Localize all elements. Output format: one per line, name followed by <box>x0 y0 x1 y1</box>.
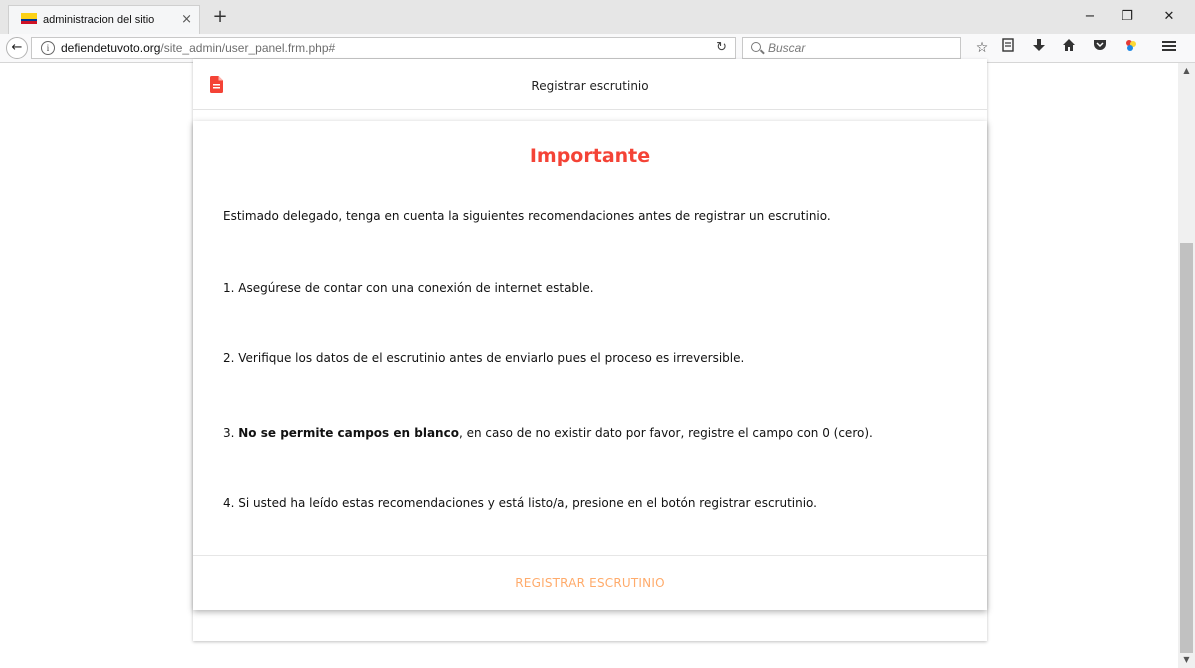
bookmark-star-icon[interactable]: ☆ <box>971 37 993 59</box>
browser-tab[interactable]: administracion del sitio × <box>8 5 200 34</box>
restore-button[interactable]: ❐ <box>1110 0 1144 34</box>
search-icon <box>751 42 761 52</box>
extension-icon[interactable] <box>1120 37 1142 59</box>
url-path: /site_admin/user_panel.frm.php# <box>160 41 336 55</box>
scroll-up-arrow-icon[interactable]: ▲ <box>1178 63 1195 79</box>
close-window-button[interactable]: ✕ <box>1152 0 1186 34</box>
menu-icon[interactable] <box>1158 37 1180 59</box>
back-button[interactable]: ← <box>6 37 28 59</box>
tab-title: administracion del sitio <box>43 14 155 26</box>
intro-text: Estimado delegado, tenga en cuenta la si… <box>223 209 831 223</box>
recommendation-4: 4. Si usted ha leído estas recomendacion… <box>223 496 817 510</box>
vertical-scrollbar[interactable]: ▲ ▼ <box>1178 63 1195 668</box>
panel-header: Registrar escrutinio <box>193 63 987 110</box>
dialog-title: Importante <box>529 145 651 167</box>
tab-close-icon[interactable]: × <box>181 6 192 34</box>
scrollbar-thumb[interactable] <box>1180 243 1193 653</box>
page-viewport: Registrar escrutinio Importante Estimado… <box>0 59 1195 668</box>
url-text: defiendetuvoto.org/site_admin/user_panel… <box>61 38 335 58</box>
scroll-down-arrow-icon[interactable]: ▼ <box>1178 652 1195 668</box>
downloads-icon[interactable] <box>1028 37 1050 59</box>
recommendation-3-bold: No se permite campos en blanco <box>238 426 459 440</box>
favicon-colombia-flag-icon <box>21 13 37 24</box>
recommendation-1: 1. Asegúrese de contar con una conexión … <box>223 281 594 295</box>
minimize-button[interactable]: − <box>1073 0 1107 34</box>
recommendation-3-rest: , en caso de no existir dato por favor, … <box>458 426 873 440</box>
page-title: Registrar escrutinio <box>531 79 649 93</box>
register-scrutiny-button[interactable]: REGISTRAR ESCRUTINIO <box>193 556 987 610</box>
search-bar[interactable]: Buscar <box>742 37 961 59</box>
recommendation-3: 3. No se permite campos en blanco, en ca… <box>223 426 873 440</box>
tab-strip: administracion del sitio × + − ❐ ✕ <box>0 0 1195 34</box>
reading-list-icon[interactable] <box>997 37 1019 59</box>
site-info-icon[interactable]: i <box>41 41 55 55</box>
url-bar[interactable]: i defiendetuvoto.org/site_admin/user_pan… <box>31 37 736 59</box>
back-arrow-icon: ← <box>11 40 23 55</box>
dialog-footer: REGISTRAR ESCRUTINIO <box>193 555 987 610</box>
recommendation-3-prefix: 3. <box>223 426 239 440</box>
new-tab-button[interactable]: + <box>207 4 233 30</box>
pocket-icon[interactable] <box>1089 37 1111 59</box>
important-dialog: Importante Estimado delegado, tenga en c… <box>193 121 987 610</box>
home-icon[interactable] <box>1058 37 1080 59</box>
url-domain: defiendetuvoto.org <box>61 41 161 55</box>
search-placeholder: Buscar <box>768 41 806 55</box>
recommendation-2: 2. Verifique los datos de el escrutinio … <box>223 351 745 365</box>
reload-icon[interactable]: ↻ <box>716 38 727 58</box>
